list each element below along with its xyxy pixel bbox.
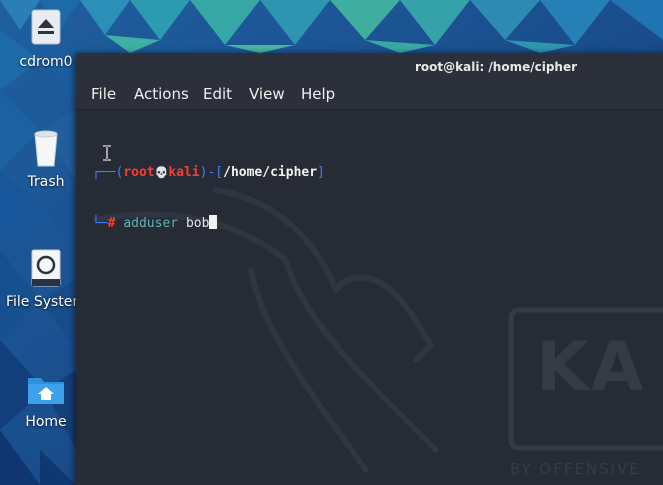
- desktop-icon-home[interactable]: Home: [5, 368, 87, 430]
- desktop-icon-label: cdrom0: [19, 54, 73, 70]
- desktop: cdrom0 Trash File System Home root@kali:…: [0, 0, 663, 485]
- prompt-line-2: └─# adduser bob: [92, 215, 325, 232]
- watermark-brand: KA: [536, 328, 646, 407]
- prompt-line-1: ┌──(root💀kali)-[/home/cipher]: [92, 164, 325, 181]
- prompt-sep: )-[: [199, 165, 224, 180]
- prompt-open: ┌──(: [92, 165, 124, 180]
- trash-icon: [26, 128, 66, 168]
- ibeam-cursor-icon: [103, 145, 111, 161]
- desktop-icon-trash[interactable]: Trash: [5, 128, 87, 190]
- window-title: root@kali: /home/cipher: [415, 60, 578, 74]
- menu-help[interactable]: Help: [301, 85, 335, 103]
- terminal-window[interactable]: root@kali: /home/cipher File Actions Edi…: [76, 53, 663, 485]
- menu-edit[interactable]: Edit: [203, 85, 232, 103]
- title-bar[interactable]: root@kali: /home/cipher: [76, 53, 663, 79]
- prompt-user: root: [123, 165, 155, 180]
- desktop-icon-label: Home: [25, 414, 67, 430]
- menu-bar: File Actions Edit View Help: [76, 79, 663, 110]
- prompt-path: /home/cipher: [223, 165, 318, 180]
- text-cursor: [209, 215, 218, 229]
- typed-command: adduser: [123, 216, 179, 231]
- desktop-icon-label: Trash: [27, 174, 65, 190]
- menu-view[interactable]: View: [249, 85, 285, 103]
- drive-icon: [26, 248, 66, 288]
- shell-prompt[interactable]: ┌──(root💀kali)-[/home/cipher] └─# adduse…: [92, 130, 325, 266]
- home-folder-icon: [26, 368, 66, 408]
- typed-argument: bob: [185, 216, 210, 231]
- skull-icon: 💀: [154, 166, 169, 179]
- watermark-tagline: BY OFFENSIVE: [510, 460, 641, 478]
- terminal-body[interactable]: KA BY OFFENSIVE ┌──(root💀kali)-[/home/ci…: [76, 110, 663, 485]
- prompt-close: ]: [317, 165, 325, 180]
- desktop-icon-file-system[interactable]: File System: [5, 248, 87, 310]
- menu-file[interactable]: File: [91, 85, 116, 103]
- menu-actions[interactable]: Actions: [134, 85, 189, 103]
- prompt-host: kali: [168, 165, 200, 180]
- desktop-icon-label: File System: [5, 294, 87, 310]
- prompt-line2-prefix: └─: [92, 216, 108, 231]
- eject-icon: [26, 8, 66, 48]
- desktop-icon-cdrom0[interactable]: cdrom0: [5, 8, 87, 70]
- prompt-hash: #: [107, 216, 116, 231]
